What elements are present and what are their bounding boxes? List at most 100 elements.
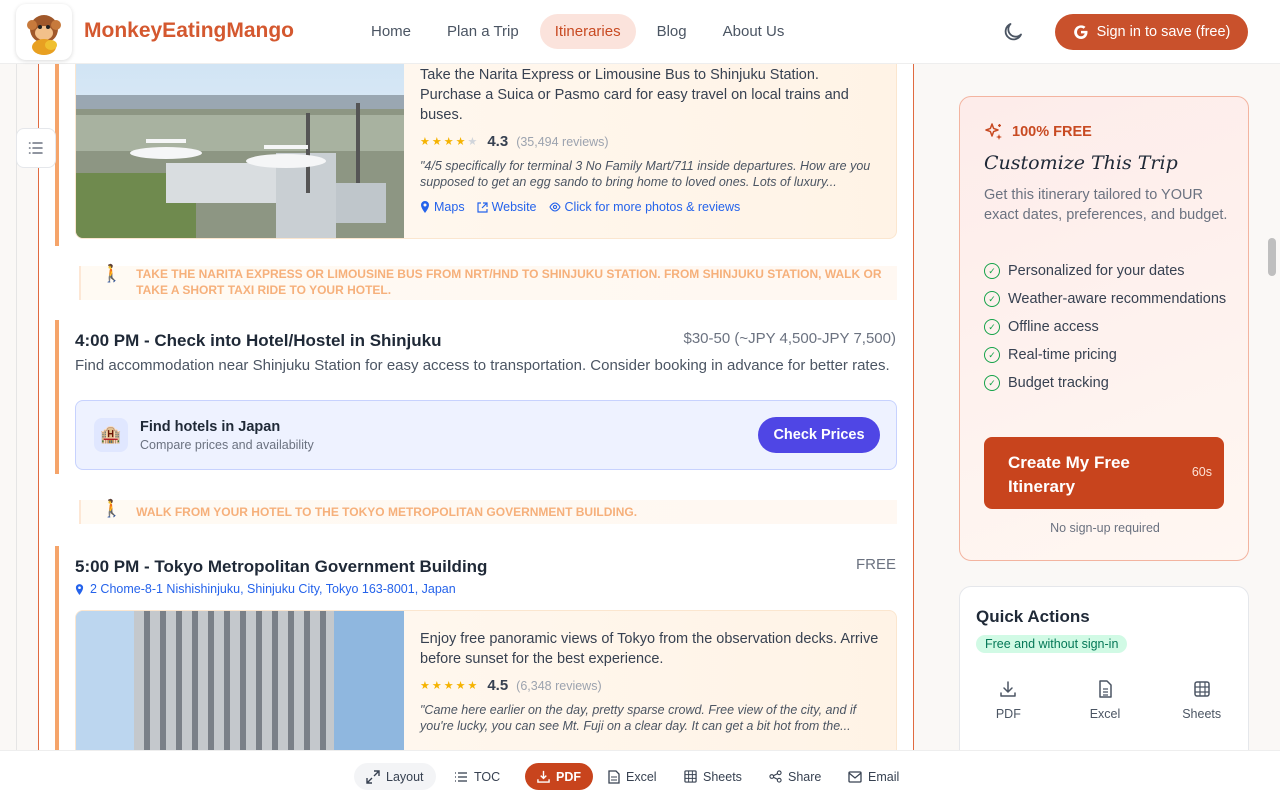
download-icon <box>1000 681 1017 697</box>
nav-home[interactable]: Home <box>356 14 426 49</box>
download-icon <box>537 770 550 783</box>
table-grid-icon <box>1193 681 1210 697</box>
event-price: $30-50 (~JPY 4,500-JPY 7,500) <box>683 330 896 347</box>
timeline-bar <box>55 546 59 764</box>
check-circle-icon: ✓ <box>984 291 1000 307</box>
photos-link-label: Click for more photos & reviews <box>564 200 741 214</box>
activity-links: Maps Website Click for more photos & rev… <box>420 200 880 214</box>
hotel-box-title: Find hotels in Japan <box>140 419 281 435</box>
itinerary-column: Take the Narita Express or Limousine Bus… <box>38 64 914 764</box>
pdf-button[interactable]: PDF <box>525 763 593 790</box>
brand-name[interactable]: MonkeyEatingMango <box>84 19 294 43</box>
quick-action-excel[interactable]: Excel <box>1057 679 1154 721</box>
email-button[interactable]: Email <box>836 763 911 790</box>
quick-action-sheets[interactable]: Sheets <box>1153 679 1250 721</box>
page-scrollbar[interactable] <box>1268 238 1276 276</box>
hotel-box-subtitle: Compare prices and availability <box>140 438 314 452</box>
activity-card: Take the Narita Express or Limousine Bus… <box>75 64 897 239</box>
star-rating: ★★★★★ <box>420 136 480 148</box>
feature-label: Weather-aware recommendations <box>1008 291 1227 307</box>
sheets-button[interactable]: Sheets <box>672 763 754 790</box>
quick-actions-badge: Free and without sign-in <box>976 635 1128 653</box>
layout-button[interactable]: Layout <box>354 763 436 790</box>
customize-description: Get this itinerary tailored to YOUR exac… <box>984 187 1228 223</box>
sheets-label: Sheets <box>703 769 742 784</box>
review-count: (6,348 reviews) <box>516 678 602 693</box>
photos-link[interactable]: Click for more photos & reviews <box>548 200 741 214</box>
check-circle-icon: ✓ <box>984 263 1000 279</box>
event-address[interactable]: 2 Chome-8-1 Nishishinjuku, Shinjuku City… <box>75 582 456 596</box>
pdf-label: PDF <box>556 769 581 784</box>
map-pin-icon <box>421 201 429 213</box>
quick-action-label: Sheets <box>1182 707 1222 721</box>
transit-text: TAKE THE NARITA EXPRESS OR LIMOUSINE BUS… <box>136 267 882 297</box>
website-link[interactable]: Website <box>476 200 537 214</box>
toc-button[interactable]: TOC <box>442 763 512 790</box>
sparkles-icon <box>985 123 1002 140</box>
free-label: 100% FREE <box>984 122 1092 142</box>
activity-description: Enjoy free panoramic views of Tokyo from… <box>420 631 879 667</box>
check-circle-icon: ✓ <box>984 375 1000 391</box>
rating-value: 4.5 <box>487 677 509 694</box>
timeline-bar <box>55 320 59 474</box>
table-grid-icon <box>684 770 697 783</box>
nav-itineraries[interactable]: Itineraries <box>539 14 636 49</box>
share-label: Share <box>788 769 822 784</box>
email-label: Email <box>868 769 900 784</box>
rating-row: ★★★★★ 4.5 (6,348 reviews) <box>420 677 880 694</box>
excel-button[interactable]: Excel <box>596 763 669 790</box>
feature-label: Offline access <box>1008 319 1099 335</box>
signin-label: Sign in to save (free) <box>1096 24 1231 40</box>
customize-card: 100% FREE Customize This Trip Get this i… <box>959 96 1249 561</box>
building-photo <box>76 611 404 764</box>
list-icon <box>28 142 43 154</box>
feature-item: ✓ Real-time pricing <box>984 345 1234 365</box>
address-text: 2 Chome-8-1 Nishishinjuku, Shinjuku City… <box>90 582 456 596</box>
check-circle-icon: ✓ <box>984 319 1000 335</box>
file-spreadsheet-icon <box>1099 680 1112 698</box>
nav-plan-trip[interactable]: Plan a Trip <box>432 14 534 49</box>
external-link-icon <box>476 201 488 213</box>
share-button[interactable]: Share <box>757 763 833 790</box>
bottom-toolbar: Layout TOC PDF Excel Sheets Share Email <box>0 750 1280 800</box>
hotel-search-box: 🏨 Find hotels in Japan Compare prices an… <box>75 400 897 470</box>
create-itinerary-button[interactable]: Create My Free Itinerary 60s <box>984 437 1224 509</box>
feature-item: ✓ Offline access <box>984 317 1234 337</box>
moon-icon[interactable] <box>1001 20 1025 44</box>
airport-photo <box>76 64 404 238</box>
toc-toggle-button[interactable] <box>16 128 56 168</box>
no-signup-note: No sign-up required <box>1050 521 1160 535</box>
event-description: Find accommodation near Shinjuku Station… <box>75 357 890 374</box>
feature-item: ✓ Budget tracking <box>984 373 1234 393</box>
activity-body: Enjoy free panoramic views of Tokyo from… <box>420 629 880 734</box>
toc-label: TOC <box>474 769 501 784</box>
feature-list: ✓ Personalized for your dates ✓ Weather-aw… <box>984 261 1234 401</box>
list-icon <box>455 771 467 782</box>
star-rating: ★★★★★ <box>420 680 480 692</box>
activity-card: Enjoy free panoramic views of Tokyo from… <box>75 610 897 764</box>
eye-icon <box>548 202 561 212</box>
free-label-text: 100% FREE <box>1012 124 1092 140</box>
feature-label: Budget tracking <box>1008 375 1109 391</box>
review-quote: "4/5 specifically for terminal 3 No Fami… <box>420 159 871 189</box>
maps-link-label: Maps <box>434 200 465 214</box>
transit-text: WALK FROM YOUR HOTEL TO THE TOKYO METROP… <box>136 505 638 519</box>
review-quote: "Came here earlier on the day, pretty sp… <box>420 703 857 733</box>
expand-icon <box>366 769 380 784</box>
nav-blog[interactable]: Blog <box>642 14 702 49</box>
create-time-label: 60s <box>1191 465 1212 479</box>
main-nav: Home Plan a Trip Itineraries Blog About … <box>356 14 799 49</box>
brand-logo[interactable] <box>16 4 72 60</box>
signin-button[interactable]: Sign in to save (free) <box>1055 14 1248 50</box>
rating-value: 4.3 <box>487 133 509 150</box>
quick-action-pdf[interactable]: PDF <box>960 679 1057 721</box>
feature-label: Real-time pricing <box>1008 347 1117 363</box>
right-sidebar: 100% FREE Customize This Trip Get this i… <box>934 64 1280 786</box>
check-prices-button[interactable]: Check Prices <box>758 417 880 453</box>
transit-note: 🚶 TAKE THE NARITA EXPRESS OR LIMOUSINE B… <box>79 264 897 300</box>
nav-about[interactable]: About Us <box>708 14 800 49</box>
maps-link[interactable]: Maps <box>420 200 465 214</box>
event-price: FREE <box>855 556 896 573</box>
customize-title: Customize This Trip <box>984 152 1178 174</box>
walking-person-icon: 🚶 <box>101 264 123 283</box>
